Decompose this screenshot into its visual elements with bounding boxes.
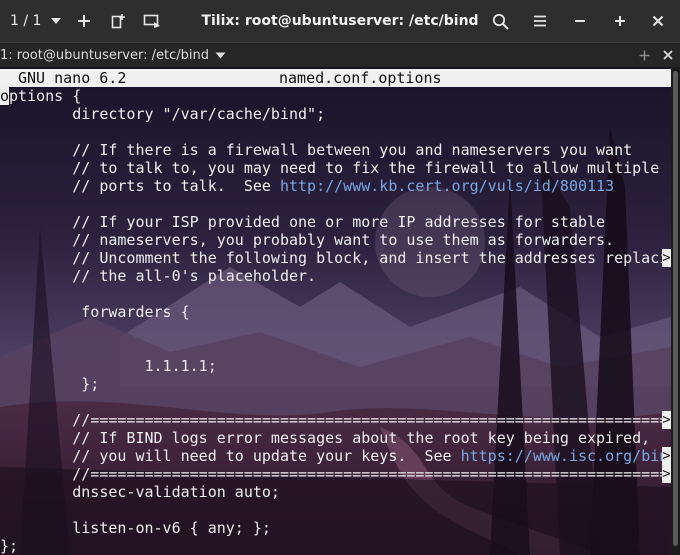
add-terminal-icon <box>639 50 649 60</box>
plus-icon <box>78 15 91 27</box>
minimize-button[interactable] <box>560 0 600 42</box>
editor-line: }; <box>0 537 671 555</box>
add-terminal-button[interactable] <box>632 43 656 67</box>
sync-input-button[interactable] <box>135 0 169 42</box>
text-cursor: o <box>0 87 10 105</box>
line-text: }; <box>0 537 19 555</box>
new-session-button[interactable] <box>67 0 101 42</box>
add-session-button[interactable] <box>101 0 135 42</box>
line-text: // ports to talk. See <box>0 177 280 195</box>
nano-title-bar: GNU nano 6.2 named.conf.options <box>0 69 671 87</box>
editor-line: // to talk to, you may need to fix the f… <box>0 159 671 177</box>
editor-line: forwarders { <box>0 303 671 321</box>
nano-editor-buffer[interactable]: options { directory "/var/cache/bind"; /… <box>0 87 671 555</box>
line-truncation-marker: > <box>662 411 671 429</box>
editor-line: // If there is a firewall between you an… <box>0 141 671 159</box>
line-text: //======================================… <box>72 465 671 483</box>
line-text: // to talk to, you may need to fix the f… <box>0 159 660 177</box>
line-truncation-marker: > <box>662 249 671 267</box>
editor-line: 1.1.1.1; <box>0 357 671 375</box>
line-text: forwarders { <box>0 303 190 321</box>
line-text: //======================================… <box>72 411 671 429</box>
editor-line: options { <box>0 87 671 105</box>
editor-line: // you will need to update your keys. Se… <box>0 447 671 465</box>
editor-line: dnssec-validation auto; <box>0 483 671 501</box>
line-truncation-marker: > <box>662 465 671 483</box>
line-text: // If there is a firewall between you an… <box>0 141 633 159</box>
tilix-window: 1 / 1 Tilix: root@ubuntuserver: /etc/bin… <box>0 0 680 555</box>
close-terminal-button[interactable] <box>656 43 680 67</box>
editor-line: // ports to talk. See http://www.kb.cert… <box>0 177 671 195</box>
line-text: listen-on-v6 { any; }; <box>0 519 271 537</box>
editor-line: //======================================… <box>0 411 671 429</box>
nano-version: GNU nano 6.2 <box>18 69 127 87</box>
title-bar: 1 / 1 Tilix: root@ubuntuserver: /etc/bin… <box>0 0 680 42</box>
hamburger-menu-icon <box>534 15 546 27</box>
editor-line: //======================================… <box>0 465 671 483</box>
close-terminal-icon <box>663 50 673 60</box>
close-button[interactable] <box>640 0 676 42</box>
chevron-down-icon <box>215 52 226 58</box>
close-icon <box>652 15 664 27</box>
line-text: // Uncomment the following block, and in… <box>0 249 669 267</box>
terminal-tab-title: 1: root@ubuntuserver: /etc/bind <box>0 47 209 63</box>
menu-button[interactable] <box>520 0 560 42</box>
minimize-icon <box>575 20 585 22</box>
editor-line: // If BIND logs error messages about the… <box>0 429 671 447</box>
terminal-tab[interactable]: 1: root@ubuntuserver: /etc/bind <box>0 43 226 67</box>
chevron-down-icon <box>51 18 62 24</box>
terminal-tab-bar: 1: root@ubuntuserver: /etc/bind <box>0 42 680 67</box>
url-link[interactable]: http://www.kb.cert.org/vuls/id/800113 <box>280 177 614 195</box>
terminal-tab-actions <box>632 43 680 67</box>
line-text: // If BIND logs error messages about the… <box>0 429 651 447</box>
editor-line: listen-on-v6 { any; }; <box>0 519 671 537</box>
title-bar-left: 1 / 1 <box>0 0 169 42</box>
editor-line: // If your ISP provided one or more IP a… <box>0 213 671 231</box>
editor-line: // nameservers, you probably want to use… <box>0 231 671 249</box>
terminal-menu-button[interactable] <box>215 52 226 59</box>
maximize-button[interactable] <box>600 0 640 42</box>
line-text: // If your ISP provided one or more IP a… <box>0 213 606 231</box>
line-text: }; <box>0 375 100 393</box>
line-text: // the all-0's placeholder. <box>0 267 317 285</box>
line-text: ptions { <box>9 87 82 105</box>
session-dropdown-button[interactable] <box>45 0 67 42</box>
terminal-scrollbar[interactable] <box>671 67 680 555</box>
search-button[interactable] <box>480 0 520 42</box>
maximize-icon <box>615 16 625 26</box>
editor-line: }; <box>0 375 671 393</box>
editor-line: // the all-0's placeholder. <box>0 267 671 285</box>
line-truncation-marker: > <box>662 447 671 465</box>
add-session-icon <box>112 14 126 29</box>
url-link[interactable]: https://www.isc.org/bin <box>461 447 669 465</box>
session-count[interactable]: 1 / 1 <box>10 13 41 29</box>
search-icon <box>492 13 509 30</box>
window-title: Tilix: root@ubuntuserver: /etc/bind <box>201 13 479 29</box>
sync-input-icon <box>144 14 161 28</box>
editor-line: directory "/var/cache/bind"; <box>0 105 671 123</box>
line-text: 1.1.1.1; <box>0 357 217 375</box>
title-bar-right <box>480 0 676 42</box>
nano-filename: named.conf.options <box>279 69 442 87</box>
scrollbar-thumb[interactable] <box>673 71 678 546</box>
line-text: // you will need to update your keys. Se… <box>0 447 461 465</box>
line-text: directory "/var/cache/bind"; <box>0 105 326 123</box>
editor-line: // Uncomment the following block, and in… <box>0 249 671 267</box>
terminal-view[interactable]: GNU nano 6.2 named.conf.options options … <box>0 67 671 555</box>
line-text: dnssec-validation auto; <box>0 483 280 501</box>
line-text: // nameservers, you probably want to use… <box>0 231 615 249</box>
